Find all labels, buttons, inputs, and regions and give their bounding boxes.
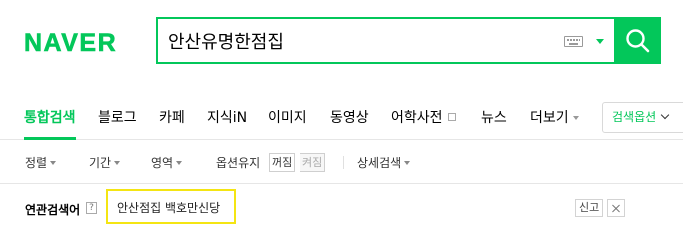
dropdown-arrow-icon[interactable] <box>596 39 604 44</box>
close-icon[interactable] <box>607 199 625 217</box>
tab-more[interactable]: 더보기 <box>530 107 579 127</box>
keep-options-on-toggle[interactable]: 켜짐 <box>300 153 326 172</box>
search-options-button[interactable]: 검색옵션 <box>602 102 683 133</box>
related-searches-title: 연관검색어 <box>25 203 81 217</box>
tab-videos[interactable]: 동영상 <box>330 107 369 127</box>
tab-dictionary[interactable]: 어학사전 <box>391 107 456 127</box>
help-icon[interactable]: ? <box>86 202 97 214</box>
tab-images[interactable]: 이미지 <box>268 107 307 127</box>
filter-keep-options-label: 옵션유지 <box>216 156 261 170</box>
filter-area[interactable]: 영역 <box>151 154 183 171</box>
naver-logo[interactable]: NAVER <box>24 29 117 58</box>
tab-kin[interactable]: 지식iN <box>207 107 247 127</box>
filter-detail-label: 상세검색 <box>357 156 402 170</box>
caret-down-icon <box>572 116 579 120</box>
search-icon <box>626 29 650 53</box>
related-searches: 연관검색어 ? 안산점집 백호만신당 신고 <box>0 185 683 241</box>
filter-bar: 정렬 기간 영역 옵션유지 꺼짐 켜짐 상세검색 <box>0 141 683 184</box>
caret-down-icon <box>404 161 411 165</box>
external-square-icon <box>447 113 456 121</box>
search-input[interactable] <box>168 19 558 62</box>
tab-blog[interactable]: 블로그 <box>98 107 137 127</box>
search-button[interactable] <box>614 17 661 64</box>
tab-more-label: 더보기 <box>530 110 569 126</box>
search-options-label: 검색옵션 <box>612 110 657 124</box>
search-tabs: 통합검색 블로그 카페 지식iN 이미지 동영상 어학사전 뉴스 더보기 검색옵… <box>0 96 683 140</box>
related-term-highlight: 안산점집 백호만신당 <box>106 189 236 224</box>
filter-area-label: 영역 <box>151 156 174 170</box>
caret-down-icon <box>176 161 183 165</box>
tab-integrated[interactable]: 통합검색 <box>24 107 76 127</box>
tab-cafe[interactable]: 카페 <box>159 107 185 127</box>
filter-sort[interactable]: 정렬 <box>25 154 57 171</box>
related-term-link[interactable]: 안산점집 백호만신당 <box>117 199 220 216</box>
keyboard-icon[interactable] <box>564 36 583 47</box>
chevron-down-icon <box>660 110 670 120</box>
report-button[interactable]: 신고 <box>575 199 604 217</box>
active-tab-indicator <box>24 137 76 140</box>
caret-down-icon <box>114 161 121 165</box>
filter-period-label: 기간 <box>89 156 112 170</box>
search-box <box>156 17 661 64</box>
filter-sort-label: 정렬 <box>25 156 48 170</box>
filter-divider <box>343 156 344 169</box>
tab-dictionary-label: 어학사전 <box>391 110 443 126</box>
keep-options-off-toggle[interactable]: 꺼짐 <box>269 153 296 172</box>
filter-period[interactable]: 기간 <box>89 154 121 171</box>
tab-news[interactable]: 뉴스 <box>481 107 507 127</box>
caret-down-icon <box>50 161 57 165</box>
filter-detail-search[interactable]: 상세검색 <box>357 154 411 171</box>
